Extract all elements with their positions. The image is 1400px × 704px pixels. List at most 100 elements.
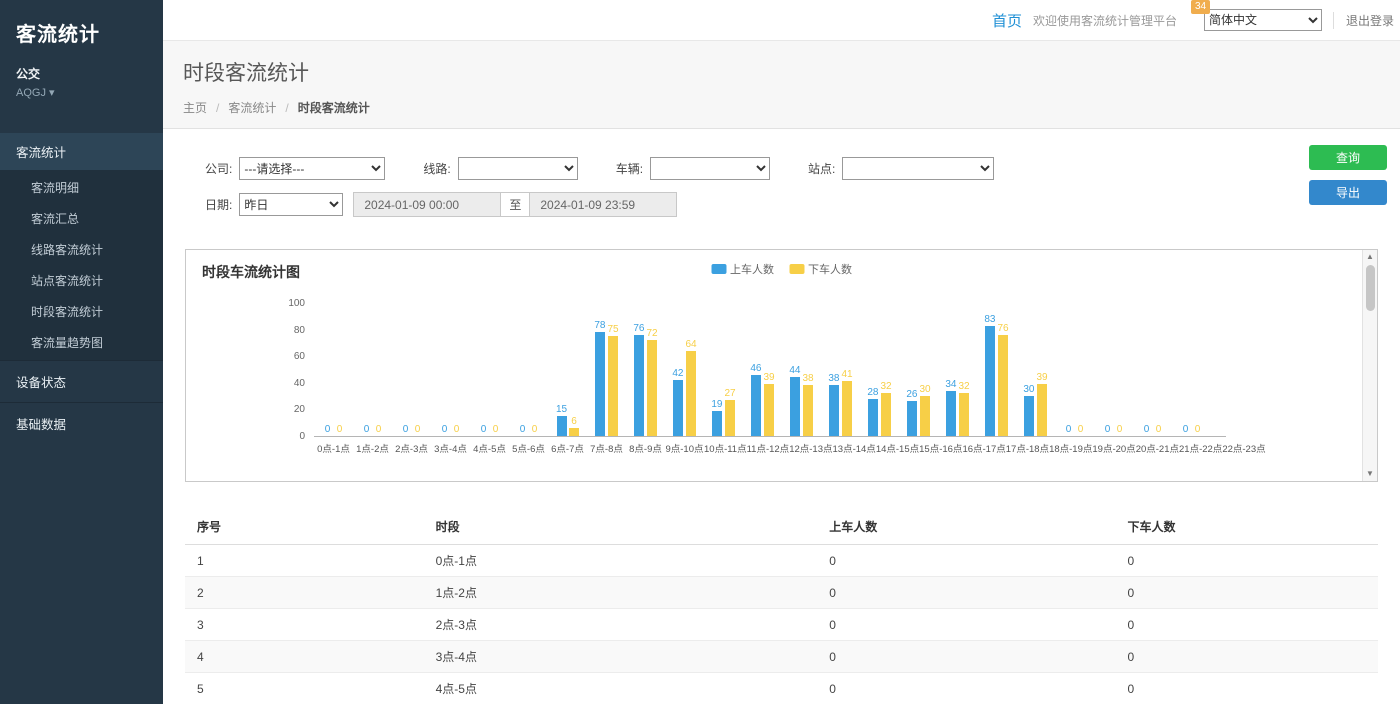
sidebar-item-base-data[interactable]: 基础数据 xyxy=(0,402,163,444)
table-cell: 3 xyxy=(185,609,424,641)
filter-panel: 公司: ---请选择--- 线路: 车辆: 站点: xyxy=(185,141,1378,223)
bar-value-label: 0 xyxy=(1195,424,1201,435)
bar-value-label: 0 xyxy=(364,424,370,435)
scroll-down-icon[interactable]: ▼ xyxy=(1366,467,1374,481)
station-label: 站点: xyxy=(808,160,835,177)
bar xyxy=(803,385,813,436)
bar-value-label: 0 xyxy=(454,424,460,435)
sidebar-subitem[interactable]: 站点客流统计 xyxy=(0,265,163,296)
y-axis-tick: 60 xyxy=(274,352,314,362)
sidebar-subitem[interactable]: 线路客流统计 xyxy=(0,234,163,265)
x-axis-label: 10点-11点 xyxy=(704,441,747,455)
logout-link[interactable]: 退出登录 xyxy=(1333,12,1394,29)
chart-scrollbar[interactable]: ▲ ▼ xyxy=(1362,250,1377,481)
bar-group: 156 xyxy=(548,404,587,436)
bar-value-label: 32 xyxy=(881,381,892,392)
table-cell: 0点-1点 xyxy=(424,545,818,577)
vehicle-select[interactable] xyxy=(650,157,770,180)
bar xyxy=(764,384,774,436)
sidebar-subitem[interactable]: 客流汇总 xyxy=(0,203,163,234)
sidebar-subitem[interactable]: 客流明细 xyxy=(0,172,163,203)
table-cell: 4点-5点 xyxy=(424,673,818,704)
user-menu[interactable]: AQGJ ▾ xyxy=(0,84,163,113)
chart-y-axis: 100806040200 xyxy=(274,299,314,442)
bar-value-label: 0 xyxy=(1156,424,1162,435)
bar-value-label: 0 xyxy=(337,424,343,435)
bar-group: 2832 xyxy=(860,381,899,436)
legend-item[interactable]: 上车人数 xyxy=(711,261,774,277)
scroll-thumb[interactable] xyxy=(1366,265,1375,311)
x-axis-label: 21点-22点 xyxy=(1179,441,1222,455)
language-select[interactable]: 简体中文 xyxy=(1204,9,1322,31)
bar-value-label: 0 xyxy=(1144,424,1150,435)
legend-swatch xyxy=(711,264,726,274)
legend-item[interactable]: 下车人数 xyxy=(789,261,852,277)
bar xyxy=(920,396,930,436)
table-cell: 0 xyxy=(817,641,1115,673)
bar xyxy=(1024,396,1034,436)
table-cell: 0 xyxy=(817,673,1115,704)
bar xyxy=(985,326,995,436)
bar xyxy=(790,377,800,436)
bar xyxy=(712,411,722,436)
bar-value-label: 72 xyxy=(647,328,658,339)
x-axis-label: 16点-17点 xyxy=(962,441,1005,455)
sidebar: 客流统计 公交 AQGJ ▾ 客流统计 客流明细客流汇总线路客流统计站点客流统计… xyxy=(0,0,163,704)
x-axis-label: 17点-18点 xyxy=(1006,441,1049,455)
scroll-up-icon[interactable]: ▲ xyxy=(1366,250,1374,264)
table-row: 21点-2点00 xyxy=(185,577,1378,609)
table-cell: 0 xyxy=(817,545,1115,577)
line-select[interactable] xyxy=(458,157,578,180)
table-cell: 0 xyxy=(1116,609,1378,641)
table-cell: 0 xyxy=(1116,545,1378,577)
date-from-input[interactable] xyxy=(353,192,501,217)
user-name: AQGJ xyxy=(16,87,46,99)
sidebar-item-device-status[interactable]: 设备状态 xyxy=(0,360,163,402)
bar xyxy=(946,391,956,436)
breadcrumb-home[interactable]: 主页 xyxy=(183,99,207,116)
query-button[interactable]: 查询 xyxy=(1309,145,1387,170)
bar xyxy=(1037,384,1047,436)
bar xyxy=(751,375,761,436)
sidebar-subitem[interactable]: 时段客流统计 xyxy=(0,296,163,327)
bar-value-label: 0 xyxy=(442,424,448,435)
bar-value-label: 0 xyxy=(376,424,382,435)
breadcrumb-section[interactable]: 客流统计 xyxy=(228,99,276,116)
page-header: 时段客流统计 主页 / 客流统计 / 时段客流统计 xyxy=(163,41,1400,129)
x-axis-label: 9点-10点 xyxy=(665,441,704,455)
breadcrumb: 主页 / 客流统计 / 时段客流统计 xyxy=(183,99,1380,116)
sidebar-subitem[interactable]: 客流量趋势图 xyxy=(0,327,163,358)
col-header-period: 时段 xyxy=(424,510,818,545)
bar xyxy=(959,393,969,436)
company-filter: 公司: ---请选择--- xyxy=(205,157,385,180)
table-cell: 2 xyxy=(185,577,424,609)
chart-plot: 0000000000001567875767242641927463944383… xyxy=(314,304,1226,455)
station-select[interactable] xyxy=(842,157,994,180)
main-area: 首页 欢迎使用客流统计管理平台 34 简体中文 退出登录 时段客流统计 主页 /… xyxy=(163,0,1400,704)
bar-value-label: 46 xyxy=(750,363,761,374)
home-link[interactable]: 首页 xyxy=(992,10,1022,31)
x-axis-label: 0点-1点 xyxy=(314,441,353,455)
date-to-input[interactable] xyxy=(529,192,677,217)
app-logo: 客流统计 xyxy=(0,0,163,55)
bar-group: 1927 xyxy=(704,388,743,436)
sidebar-item-passenger-stats[interactable]: 客流统计 xyxy=(0,133,163,170)
company-select[interactable]: ---请选择--- xyxy=(239,157,385,180)
bar-value-label: 42 xyxy=(672,368,683,379)
date-filter: 日期: 昨日 至 xyxy=(205,192,677,217)
bar xyxy=(673,380,683,436)
x-axis-label: 13点-14点 xyxy=(833,441,876,455)
bar-value-label: 28 xyxy=(867,387,878,398)
table-cell: 0 xyxy=(1116,673,1378,704)
export-button[interactable]: 导出 xyxy=(1309,180,1387,205)
col-header-alighting: 下车人数 xyxy=(1116,510,1378,545)
x-axis-label: 20点-21点 xyxy=(1136,441,1179,455)
bar-value-label: 76 xyxy=(998,323,1009,334)
y-axis-tick: 40 xyxy=(274,379,314,389)
topbar: 首页 欢迎使用客流统计管理平台 34 简体中文 退出登录 xyxy=(163,0,1400,41)
date-preset-select[interactable]: 昨日 xyxy=(239,193,343,216)
notification-badge[interactable]: 34 xyxy=(1191,0,1210,14)
welcome-text: 欢迎使用客流统计管理平台 xyxy=(1033,12,1177,29)
table-row: 54点-5点00 xyxy=(185,673,1378,704)
table-header-row: 序号 时段 上车人数 下车人数 xyxy=(185,510,1378,545)
